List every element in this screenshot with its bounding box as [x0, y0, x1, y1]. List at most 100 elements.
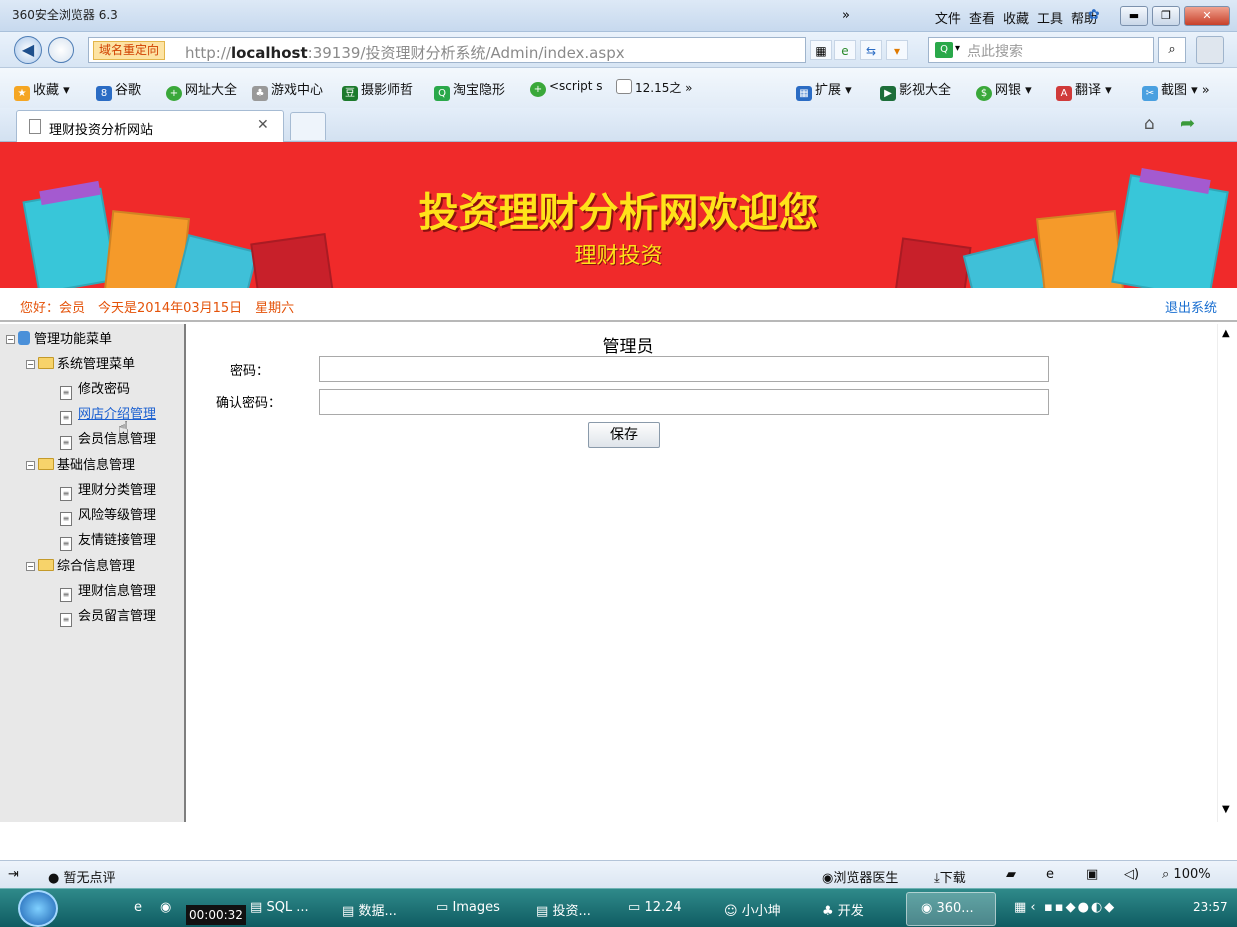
search-button[interactable]: ⌕: [1158, 37, 1186, 63]
star-icon: ★: [14, 86, 30, 101]
refresh-icon[interactable]: ⇆: [860, 40, 882, 60]
tree-item-finance-info[interactable]: ≡ 理财信息管理: [60, 580, 156, 602]
tree-item-shop-intro[interactable]: ≡ 网店介绍管理: [60, 403, 156, 425]
fav-1215[interactable]: 12.15之 »: [616, 79, 693, 96]
window-icon[interactable]: ▣: [1086, 867, 1098, 882]
fav-video[interactable]: ▶ 影视大全: [880, 79, 951, 101]
menu-file[interactable]: 文件: [935, 8, 961, 27]
menu-favorites[interactable]: 收藏: [1003, 8, 1029, 27]
collapse-icon[interactable]: −: [26, 562, 35, 571]
qr-code-icon[interactable]: ▦: [810, 40, 832, 60]
fav-translate[interactable]: A 翻译 ▾: [1056, 79, 1112, 101]
speech-icon[interactable]: ▰: [1006, 867, 1016, 882]
site-banner: 投资理财分析网欢迎您 理财投资: [0, 142, 1237, 288]
user-avatar-icon[interactable]: [1196, 36, 1224, 64]
tree-group-general[interactable]: − 综合信息管理: [26, 555, 135, 574]
tree-item-friend-links[interactable]: ≡ 友情链接管理: [60, 529, 156, 551]
menu-view[interactable]: 查看: [969, 8, 995, 27]
tree-root[interactable]: − 管理功能菜单: [6, 328, 112, 347]
tree-item-risk-level[interactable]: ≡ 风险等级管理: [60, 504, 156, 526]
fav-extend[interactable]: ▦ 扩展 ▾: [796, 79, 852, 101]
redirect-badge[interactable]: 域名重定向: [93, 41, 166, 60]
fav-photo[interactable]: 豆摄影师哲: [342, 79, 413, 101]
tab-active[interactable]: 理财投资分析网站 ✕: [16, 110, 284, 142]
menu-tools[interactable]: 工具: [1037, 8, 1063, 27]
fav-bank[interactable]: $ 网银 ▾: [976, 79, 1032, 101]
skin-icon[interactable]: ✿: [1088, 7, 1100, 23]
task-360-active[interactable]: ◉ 360...: [906, 892, 996, 926]
browser-360-icon[interactable]: ◉: [160, 900, 171, 915]
address-toolbar: ◀ 域名重定向 http://localhost:39139/投资理财分析系统/…: [0, 32, 1237, 68]
sound-icon[interactable]: ◁): [1124, 867, 1139, 882]
search-field[interactable]: Q ▾ 点此搜索: [928, 37, 1154, 63]
dropdown-icon[interactable]: ▾: [886, 40, 908, 60]
close-tab-icon[interactable]: ✕: [257, 117, 269, 133]
download-button[interactable]: ⤓下载: [934, 867, 966, 886]
chevron-down-icon[interactable]: ▾: [955, 43, 960, 54]
tree-group-system[interactable]: − 系统管理菜单: [26, 353, 135, 372]
url-text[interactable]: http://localhost:39139/投资理财分析系统/Admin/in…: [185, 42, 625, 63]
collapse-icon[interactable]: −: [26, 360, 35, 369]
collapse-icon[interactable]: −: [6, 335, 15, 344]
fav-hao[interactable]: + 网址大全: [166, 79, 237, 101]
play-icon: ▶: [880, 86, 896, 101]
minimize-button[interactable]: ▬: [1120, 6, 1148, 26]
task-xiaoxiaokun[interactable]: ☺ 小小坤: [724, 900, 781, 919]
task-dev[interactable]: ♣ 开发: [822, 900, 864, 919]
maximize-button[interactable]: ❐: [1152, 6, 1180, 26]
search-engine-icon[interactable]: Q: [935, 42, 953, 58]
ie-icon[interactable]: e: [1046, 867, 1054, 882]
ie-mode-icon[interactable]: e: [834, 40, 856, 60]
task-images[interactable]: ▭ Images: [436, 900, 500, 915]
zoom-control[interactable]: ⌕ 100%: [1162, 867, 1211, 882]
task-data[interactable]: ▤ 数据...: [342, 900, 397, 919]
start-button[interactable]: [18, 890, 58, 927]
tree-group-basic[interactable]: − 基础信息管理: [26, 454, 135, 473]
back-arrow-icon[interactable]: ◀: [14, 36, 42, 64]
new-tab-button[interactable]: [290, 112, 326, 140]
sidebar-toggle-icon[interactable]: ⇥: [8, 867, 19, 882]
confirm-password-field[interactable]: [319, 389, 1049, 415]
home-icon[interactable]: ⌂: [1144, 114, 1155, 134]
avatar-icon: ☺: [724, 904, 738, 919]
logout-link[interactable]: 退出系统: [1165, 297, 1217, 316]
task-1224[interactable]: ▭ 12.24: [628, 900, 682, 915]
ie-icon[interactable]: e: [134, 900, 142, 915]
review-status[interactable]: ● 暂无点评: [48, 867, 116, 886]
fav-google[interactable]: 8 谷歌: [96, 79, 141, 101]
page-icon: [29, 119, 41, 134]
tree-item-member-info[interactable]: ≡ 会员信息管理: [60, 428, 156, 450]
app-icon: ▤: [250, 900, 263, 915]
collapse-icon[interactable]: −: [26, 461, 35, 470]
fav-screenshot[interactable]: ✂ 截图 ▾ »: [1142, 79, 1210, 101]
browser-doctor[interactable]: ◉浏览器医生: [822, 867, 898, 886]
fav-script[interactable]: + <script s: [530, 79, 603, 97]
password-field[interactable]: [319, 356, 1049, 382]
keyboard-icon[interactable]: ▦ ‹: [1014, 900, 1036, 915]
address-field[interactable]: 域名重定向 http://localhost:39139/投资理财分析系统/Ad…: [88, 37, 806, 63]
scroll-down-icon[interactable]: ▼: [1222, 804, 1230, 815]
vertical-scrollbar[interactable]: ▲ ▼: [1217, 324, 1237, 822]
translate-icon: A: [1056, 86, 1072, 101]
undo-arrow-icon[interactable]: ➦: [1180, 113, 1195, 134]
document-icon: ≡: [60, 487, 72, 501]
task-invest[interactable]: ▤ 投资...: [536, 900, 591, 919]
tree-item-member-messages[interactable]: ≡ 会员留言管理: [60, 605, 156, 627]
fav-games[interactable]: ♣ 游戏中心: [252, 79, 323, 101]
task-sql[interactable]: ▤ SQL ...: [250, 900, 309, 915]
fav-collect[interactable]: ★ 收藏 ▾: [14, 79, 70, 101]
tree-item-change-password[interactable]: ≡ 修改密码: [60, 378, 130, 400]
close-window-button[interactable]: ✕: [1184, 6, 1230, 26]
folder-icon: ▭: [436, 900, 449, 915]
menu-overflow-icon[interactable]: »: [842, 8, 850, 23]
fav-taobao[interactable]: Q 淘宝隐形: [434, 79, 505, 101]
tree-item-finance-category[interactable]: ≡ 理财分类管理: [60, 479, 156, 501]
save-button[interactable]: 保存: [588, 422, 660, 448]
tray-icons[interactable]: ▪▪◆●◐◆: [1044, 900, 1116, 915]
scroll-up-icon[interactable]: ▲: [1222, 328, 1230, 339]
app-icon: ▤: [536, 904, 549, 919]
tab-title: 理财投资分析网站: [49, 123, 154, 138]
forward-arrow-icon[interactable]: [48, 37, 74, 63]
search-q-icon: Q: [434, 86, 450, 101]
timer-display: 00:00:32: [186, 905, 246, 925]
